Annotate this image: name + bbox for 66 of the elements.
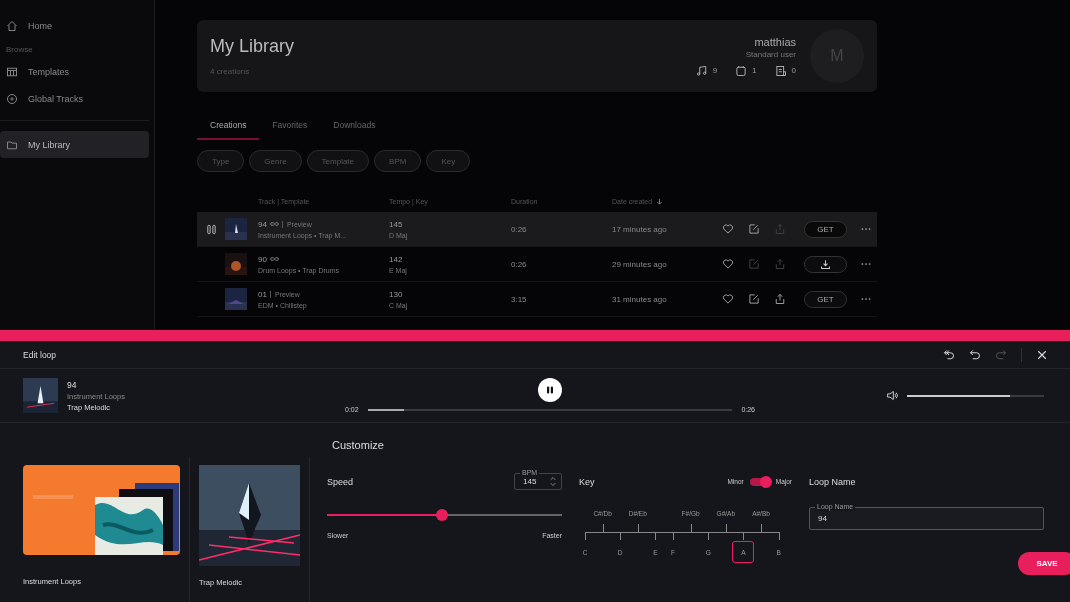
- grid-icon: [6, 65, 18, 78]
- page-title: My Library: [210, 36, 295, 57]
- heart-icon[interactable]: [722, 258, 734, 270]
- sidebar-item[interactable]: Home: [0, 12, 149, 39]
- user-role: Standard user: [745, 49, 796, 59]
- home-icon: [6, 19, 18, 32]
- mode-toggle[interactable]: [749, 477, 770, 486]
- more-icon[interactable]: [861, 297, 871, 301]
- undo-icon[interactable]: [969, 348, 981, 361]
- date-created: 31 minutes ago: [612, 294, 668, 304]
- calendar-icon: [735, 64, 748, 77]
- get-button[interactable]: GET: [804, 290, 847, 308]
- volume-slider[interactable]: [907, 394, 1044, 397]
- volume-icon[interactable]: [886, 389, 899, 402]
- tab[interactable]: Creations: [197, 116, 260, 140]
- slider-thumb[interactable]: [436, 509, 449, 521]
- folder-icon: [6, 138, 18, 151]
- track-name: 01: [258, 289, 267, 299]
- key-heading: Key: [579, 476, 595, 487]
- tempo: 145: [389, 219, 404, 229]
- pause-icon: [545, 385, 555, 395]
- doc-icon: [774, 64, 787, 77]
- duration: 0:26: [511, 259, 528, 269]
- track-name: 90: [258, 254, 267, 264]
- stat-count: 0: [791, 66, 796, 75]
- pause-button[interactable]: [538, 378, 562, 402]
- note-icon: [695, 64, 708, 77]
- speed-slider[interactable]: [327, 509, 562, 521]
- stat-count: 1: [752, 66, 757, 75]
- tab[interactable]: Downloads: [320, 116, 389, 140]
- more-icon[interactable]: [861, 227, 871, 231]
- edit-icon[interactable]: [748, 293, 760, 305]
- edit-icon[interactable]: [748, 223, 760, 235]
- more-icon[interactable]: [861, 262, 871, 266]
- duration: 3:15: [511, 294, 528, 304]
- track-name: 94: [258, 219, 267, 229]
- panel-title: Edit loop: [23, 349, 57, 360]
- section-label: Browse: [5, 44, 34, 56]
- get-button[interactable]: GET: [804, 220, 847, 238]
- duration: 0:26: [511, 224, 528, 234]
- download-icon: [820, 258, 831, 270]
- speed-label: Speed: [327, 476, 354, 487]
- section-heading: Customize: [332, 439, 385, 451]
- heart-icon[interactable]: [722, 293, 734, 305]
- close-icon[interactable]: [1036, 348, 1048, 361]
- share-icon[interactable]: [774, 293, 786, 305]
- disc-icon: [6, 92, 18, 105]
- tempo: 130: [389, 289, 404, 299]
- progress-bar[interactable]: [367, 408, 733, 411]
- sort-arrow-icon: [656, 197, 664, 205]
- user-name: matthias: [754, 35, 796, 48]
- reset-icon[interactable]: [943, 348, 955, 361]
- tempo: 142: [389, 254, 404, 264]
- tab[interactable]: Favorites: [259, 116, 321, 140]
- track-title: 94: [67, 379, 78, 390]
- download-button[interactable]: [804, 255, 847, 273]
- pause-icon[interactable]: [205, 223, 217, 235]
- heart-icon[interactable]: [722, 223, 734, 235]
- sidebar-item[interactable]: Templates: [0, 58, 149, 85]
- date-created: 29 minutes ago: [612, 259, 668, 269]
- sidebar-item[interactable]: My Library: [0, 131, 149, 158]
- loop-name-heading: Loop Name: [809, 475, 857, 489]
- sidebar-item[interactable]: Global Tracks: [0, 85, 149, 112]
- stat-count: 9: [712, 66, 718, 75]
- date-created: 17 minutes ago: [612, 224, 668, 234]
- save-button[interactable]: SAVE: [1018, 552, 1070, 575]
